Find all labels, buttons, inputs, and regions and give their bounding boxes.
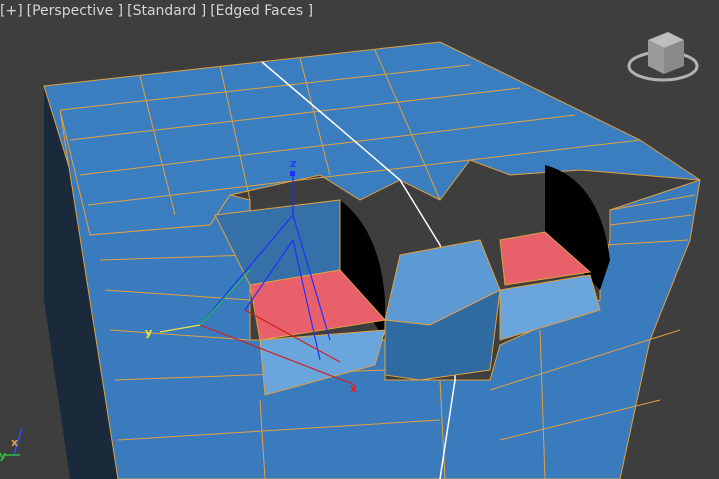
viewcube-icon[interactable] — [627, 32, 699, 82]
gizmo-y-label: y — [145, 326, 152, 339]
box-top-face[interactable] — [43, 41, 701, 236]
viewport-shading-menu[interactable]: [Standard ] — [127, 3, 206, 19]
scene-canvas[interactable]: z y x x y — [0, 0, 719, 479]
gizmo-z-label: z — [290, 157, 296, 170]
viewport-plus-menu[interactable]: [+] — [0, 3, 23, 19]
viewport-label-menu: [+] [Perspective ] [Standard ] [Edged Faces… — [0, 3, 317, 19]
tripod-y-label: y — [0, 449, 6, 462]
viewport-display-menu[interactable]: [Edged Faces ] — [210, 3, 313, 19]
perspective-viewport[interactable]: [+] [Perspective ] [Standard ] [Edged Faces… — [0, 0, 719, 479]
gizmo-x-label: x — [350, 382, 357, 395]
viewport-view-menu[interactable]: [Perspective ] — [27, 3, 123, 19]
tripod-x-label: x — [11, 436, 18, 449]
